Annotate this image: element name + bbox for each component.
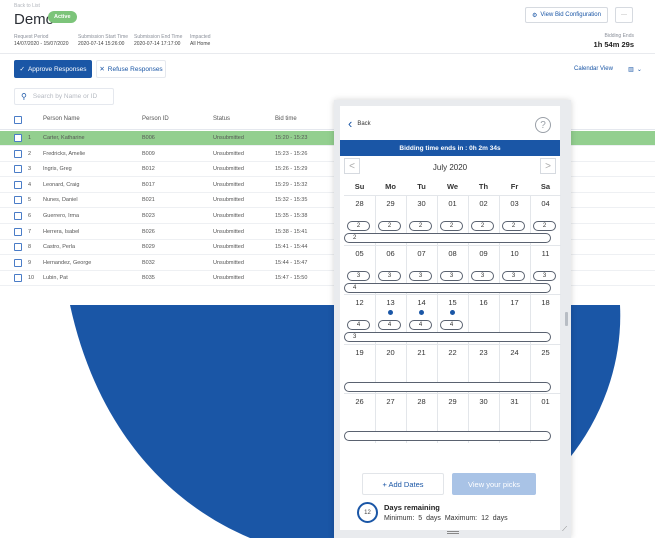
weekday-fr: Fr bbox=[510, 182, 519, 191]
calendar-day[interactable]: 06 bbox=[375, 249, 406, 258]
selected-day-dot bbox=[419, 310, 424, 315]
view-your-picks-button[interactable]: View your picks bbox=[452, 473, 536, 495]
days-remaining-ring: 12 bbox=[357, 502, 378, 523]
calendar-day[interactable]: 23 bbox=[468, 348, 499, 357]
day-count-pill[interactable]: 3 bbox=[471, 271, 494, 281]
day-count-pill[interactable]: 2 bbox=[409, 221, 432, 231]
calendar-day[interactable]: 12 bbox=[344, 298, 375, 307]
calendar-day[interactable]: 05 bbox=[344, 249, 375, 258]
calendar-day[interactable]: 19 bbox=[344, 348, 375, 357]
day-count-pill[interactable]: 3 bbox=[502, 271, 525, 281]
week-summary-pill[interactable]: 4 bbox=[344, 283, 551, 293]
day-count-pill[interactable]: 4 bbox=[440, 320, 463, 330]
calendar-panel: ‹ Back ? Bidding time ends in : 0h 2m 34s… bbox=[334, 100, 571, 538]
week-summary-pill[interactable] bbox=[344, 431, 551, 441]
calendar-day[interactable]: 29 bbox=[437, 397, 468, 406]
calendar-day[interactable]: 09 bbox=[468, 249, 499, 258]
day-count-pill[interactable]: 2 bbox=[347, 221, 370, 231]
bidding-time-banner: Bidding time ends in : 0h 2m 34s bbox=[340, 140, 560, 156]
calendar-day[interactable]: 18 bbox=[530, 298, 561, 307]
grid-line bbox=[344, 195, 561, 196]
month-label: July 2020 bbox=[432, 163, 468, 172]
weekday-th: Th bbox=[478, 182, 489, 191]
calendar-day[interactable]: 22 bbox=[437, 348, 468, 357]
calendar-day[interactable]: 17 bbox=[499, 298, 530, 307]
grid-line bbox=[344, 344, 561, 345]
week-summary-pill[interactable]: 2 bbox=[344, 233, 551, 243]
add-dates-button[interactable]: + Add Dates bbox=[362, 473, 444, 495]
grid-line bbox=[344, 393, 561, 394]
calendar-day[interactable]: 07 bbox=[406, 249, 437, 258]
day-count-pill[interactable]: 2 bbox=[533, 221, 556, 231]
resize-icon[interactable]: ⟋ bbox=[562, 526, 567, 534]
days-remaining-title: Days remaining bbox=[384, 503, 440, 512]
calendar-day[interactable]: 10 bbox=[499, 249, 530, 258]
calendar-day[interactable]: 02 bbox=[468, 199, 499, 208]
calendar-day[interactable]: 21 bbox=[406, 348, 437, 357]
weekday-tu: Tu bbox=[417, 182, 426, 191]
calendar-day[interactable]: 27 bbox=[375, 397, 406, 406]
calendar-day[interactable]: 25 bbox=[530, 348, 561, 357]
day-count-pill[interactable]: 4 bbox=[409, 320, 432, 330]
calendar-day[interactable]: 11 bbox=[530, 249, 561, 258]
weekday-mo: Mo bbox=[385, 182, 396, 191]
day-count-pill[interactable]: 2 bbox=[378, 221, 401, 231]
weekday-su: Su bbox=[354, 182, 365, 191]
calendar-day[interactable]: 14 bbox=[406, 298, 437, 307]
calendar-day[interactable]: 28 bbox=[406, 397, 437, 406]
calendar-day[interactable]: 30 bbox=[406, 199, 437, 208]
calendar-day[interactable]: 08 bbox=[437, 249, 468, 258]
calendar-day[interactable]: 20 bbox=[375, 348, 406, 357]
day-count-pill[interactable]: 3 bbox=[440, 271, 463, 281]
scrollbar[interactable] bbox=[565, 312, 568, 326]
back-button[interactable]: ‹ Back bbox=[348, 117, 371, 130]
calendar-day[interactable]: 03 bbox=[499, 199, 530, 208]
selected-day-dot bbox=[388, 310, 393, 315]
calendar-day[interactable]: 04 bbox=[530, 199, 561, 208]
day-count-pill[interactable]: 2 bbox=[502, 221, 525, 231]
calendar-day[interactable]: 30 bbox=[468, 397, 499, 406]
week-summary-pill[interactable] bbox=[344, 382, 551, 392]
grid-line bbox=[344, 294, 561, 295]
week-summary-pill[interactable]: 3 bbox=[344, 332, 551, 342]
calendar-day[interactable]: 01 bbox=[530, 397, 561, 406]
next-month-button[interactable]: > bbox=[540, 158, 556, 174]
day-count-pill[interactable]: 4 bbox=[347, 320, 370, 330]
help-icon[interactable]: ? bbox=[535, 117, 551, 133]
calendar-day[interactable]: 24 bbox=[499, 348, 530, 357]
calendar-day[interactable]: 16 bbox=[468, 298, 499, 307]
day-count-pill[interactable]: 3 bbox=[378, 271, 401, 281]
day-count-pill[interactable]: 3 bbox=[347, 271, 370, 281]
drag-handle[interactable] bbox=[447, 531, 459, 534]
calendar-day[interactable]: 13 bbox=[375, 298, 406, 307]
calendar-card: ‹ Back ? Bidding time ends in : 0h 2m 34s… bbox=[340, 106, 568, 534]
day-count-pill[interactable]: 3 bbox=[533, 271, 556, 281]
chevron-left-icon: ‹ bbox=[348, 116, 353, 131]
calendar-day[interactable]: 26 bbox=[344, 397, 375, 406]
weekday-sa: Sa bbox=[540, 182, 551, 191]
calendar-day[interactable]: 28 bbox=[344, 199, 375, 208]
day-count-pill[interactable]: 3 bbox=[409, 271, 432, 281]
weekday-we: We bbox=[446, 182, 459, 191]
calendar-day[interactable]: 15 bbox=[437, 298, 468, 307]
calendar-day[interactable]: 01 bbox=[437, 199, 468, 208]
day-count-pill[interactable]: 2 bbox=[440, 221, 463, 231]
day-count-pill[interactable]: 4 bbox=[378, 320, 401, 330]
calendar-day[interactable]: 29 bbox=[375, 199, 406, 208]
day-count-pill[interactable]: 2 bbox=[471, 221, 494, 231]
days-remaining-limits: Minimum: 5 days Maximum: 12 days bbox=[384, 515, 508, 522]
grid-line bbox=[344, 245, 561, 246]
selected-day-dot bbox=[450, 310, 455, 315]
calendar-day[interactable]: 31 bbox=[499, 397, 530, 406]
